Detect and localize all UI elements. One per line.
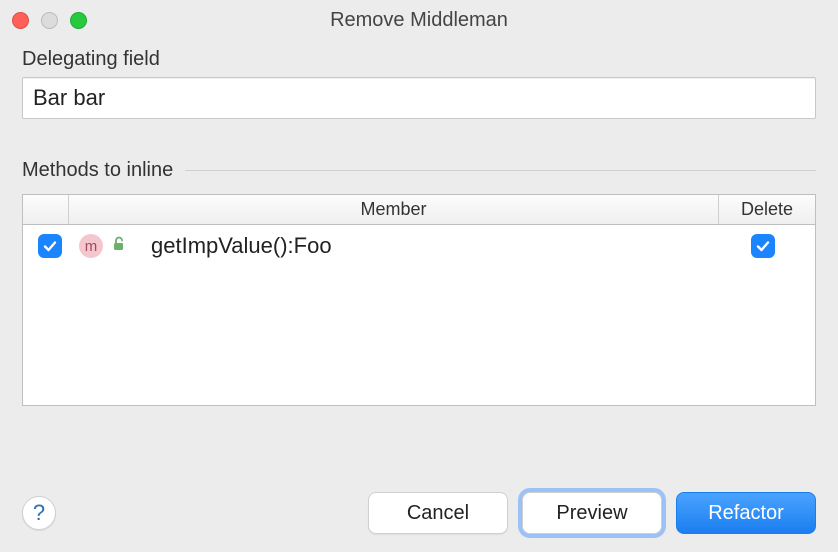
column-member: Member <box>69 195 719 224</box>
table-row[interactable]: m getImpValue():Foo <box>23 225 815 267</box>
cancel-button[interactable]: Cancel <box>368 492 508 534</box>
button-bar: ? Cancel Preview Refactor <box>22 492 816 534</box>
row-select-checkbox[interactable] <box>38 234 62 258</box>
method-icon: m <box>79 234 103 258</box>
column-delete: Delete <box>719 195 815 224</box>
help-button[interactable]: ? <box>22 496 56 530</box>
methods-to-inline-label: Methods to inline <box>22 159 173 182</box>
minimize-icon <box>41 12 58 29</box>
divider <box>185 170 816 171</box>
window-title: Remove Middleman <box>0 9 838 32</box>
member-name: getImpValue():Foo <box>151 233 332 259</box>
refactor-button[interactable]: Refactor <box>676 492 816 534</box>
close-icon[interactable] <box>12 12 29 29</box>
column-select <box>23 195 69 224</box>
row-delete-checkbox[interactable] <box>751 234 775 258</box>
delegating-field-input[interactable]: Bar bar <box>22 77 816 119</box>
delegating-field-value: Bar bar <box>33 85 105 111</box>
preview-button[interactable]: Preview <box>522 492 662 534</box>
traffic-lights <box>12 12 87 29</box>
delegating-field-label: Delegating field <box>22 48 816 71</box>
table-header: Member Delete <box>23 195 815 225</box>
methods-table: Member Delete m getImpValue(): <box>22 194 816 406</box>
unlock-icon <box>111 236 127 257</box>
titlebar: Remove Middleman <box>0 0 838 40</box>
zoom-icon[interactable] <box>70 12 87 29</box>
